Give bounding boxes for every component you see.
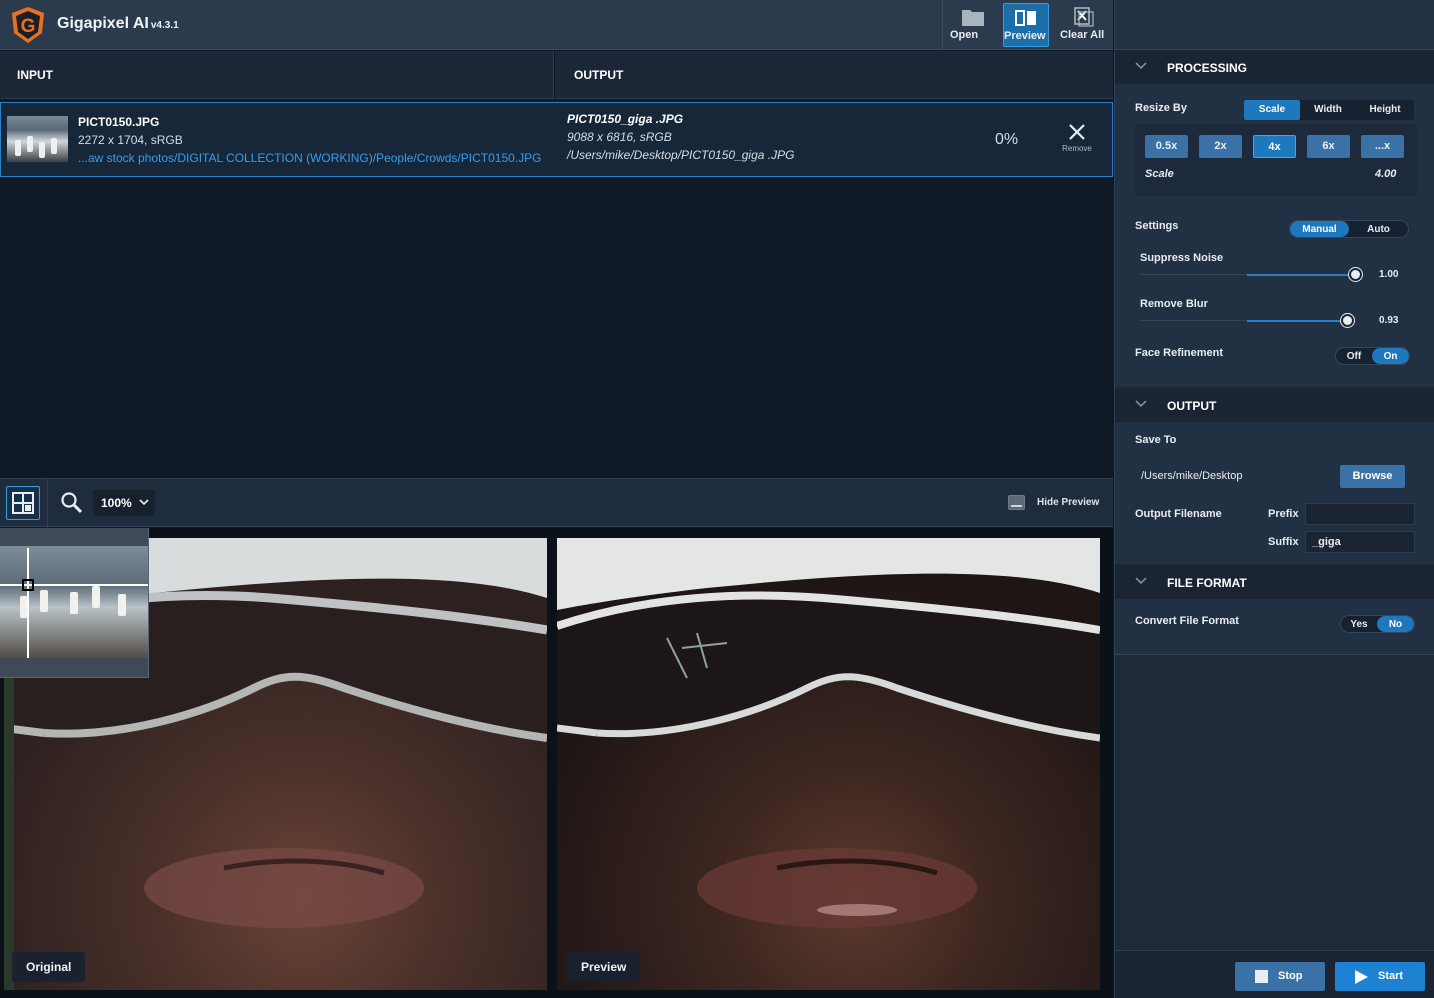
panel-top	[1115, 0, 1434, 50]
navigator-minimap[interactable]	[0, 528, 149, 678]
suppress-noise-track[interactable]	[1247, 274, 1355, 276]
toolbar-separator	[47, 479, 48, 528]
output-dimensions: 9088 x 6816, sRGB	[567, 130, 672, 144]
suppress-noise-value: 1.00	[1379, 269, 1399, 280]
resize-height-option[interactable]: Height	[1356, 100, 1414, 120]
minimap-crosshair[interactable]	[0, 528, 149, 678]
resize-by-label: Resize By	[1135, 102, 1187, 114]
svg-text:G: G	[21, 16, 36, 37]
preview-label: Preview	[567, 952, 641, 982]
split-view-icon	[12, 492, 34, 514]
scale-chip-2x[interactable]: 2x	[1199, 135, 1242, 158]
original-label: Original	[12, 952, 86, 982]
chevron-down-icon	[139, 499, 149, 506]
processing-section-header[interactable]: PROCESSING	[1115, 50, 1434, 84]
settings-manual-option[interactable]: Manual	[1290, 221, 1349, 237]
scale-label: Scale	[1145, 168, 1174, 180]
resize-scale-option[interactable]: Scale	[1244, 100, 1300, 120]
action-bar: Stop Start	[1115, 950, 1434, 998]
output-section-header[interactable]: OUTPUT	[1115, 388, 1434, 422]
zoom-select[interactable]: 100%	[93, 490, 155, 516]
folder-icon	[962, 10, 984, 26]
chevron-down-icon	[1135, 577, 1147, 585]
clear-all-button[interactable]: Clear All	[1060, 3, 1106, 47]
input-path-link[interactable]: ...aw stock photos/DIGITAL COLLECTION (W…	[78, 151, 541, 165]
face-refinement-toggle: Off On	[1335, 347, 1410, 365]
prefix-input[interactable]	[1305, 503, 1415, 525]
clear-all-icon	[1074, 7, 1094, 27]
remove-blur-track[interactable]	[1247, 320, 1347, 322]
title-bar: G Gigapixel AI v4.3.1 Open Preview Clear …	[0, 0, 1113, 50]
save-path-field[interactable]: /Users/mike/Desktop	[1135, 465, 1335, 487]
open-button[interactable]: Open	[950, 3, 996, 47]
convert-file-format-label: Convert File Format	[1135, 615, 1239, 627]
stop-icon	[1255, 970, 1268, 983]
file-row[interactable]: PICT0150.JPG 2272 x 1704, sRGB ...aw sto…	[0, 102, 1113, 177]
play-icon	[1355, 970, 1368, 984]
convert-format-toggle: Yes No	[1340, 615, 1415, 633]
chevron-down-icon	[1135, 400, 1147, 408]
preview-image	[557, 538, 1100, 928]
input-column-header: INPUT	[0, 51, 554, 99]
remove-button[interactable]: Remove	[1057, 123, 1097, 159]
hide-preview-icon[interactable]	[1008, 495, 1025, 510]
resize-by-segmented: Scale Width Height	[1244, 100, 1414, 120]
settings-panel: PROCESSING Resize By Scale Width Height …	[1114, 0, 1434, 998]
stop-button[interactable]: Stop	[1235, 962, 1325, 991]
slider-rail	[1140, 320, 1250, 321]
file-format-section-header[interactable]: FILE FORMAT	[1115, 565, 1434, 599]
output-path: /Users/mike/Desktop/PICT0150_giga .JPG	[567, 148, 795, 162]
suffix-label: Suffix	[1268, 536, 1299, 548]
split-view-button[interactable]	[6, 486, 40, 520]
chevron-down-icon	[1135, 62, 1147, 70]
prefix-label: Prefix	[1268, 508, 1299, 520]
preview-toolbar: 100% Hide Preview	[0, 478, 1113, 528]
hide-preview-button[interactable]: Hide Preview	[1037, 497, 1099, 508]
processed-preview-pane[interactable]: Preview	[557, 538, 1100, 990]
gigapixel-logo-icon: G	[12, 7, 44, 43]
output-filename-label: Output Filename	[1135, 508, 1222, 520]
input-filename: PICT0150.JPG	[78, 115, 160, 129]
face-refinement-label: Face Refinement	[1135, 347, 1224, 359]
save-to-label: Save To	[1135, 434, 1177, 446]
browse-button[interactable]: Browse	[1340, 465, 1405, 488]
suppress-noise-slider-handle[interactable]	[1349, 268, 1362, 281]
progress-percent: 0%	[995, 131, 1019, 148]
input-dimensions: 2272 x 1704, sRGB	[78, 133, 183, 147]
file-thumbnail	[7, 116, 68, 162]
preview-image-area: Original Preview	[0, 528, 1113, 998]
scale-chip-6x[interactable]: 6x	[1307, 135, 1350, 158]
preview-toggle-button[interactable]: Preview	[1003, 3, 1049, 47]
close-icon	[1069, 124, 1085, 140]
toolbar-separator	[942, 0, 943, 50]
start-button[interactable]: Start	[1335, 962, 1425, 991]
settings-auto-option[interactable]: Auto	[1349, 221, 1408, 237]
resize-width-option[interactable]: Width	[1300, 100, 1356, 120]
suffix-input[interactable]: _giga	[1305, 531, 1415, 553]
scale-chip-4x[interactable]: 4x	[1253, 135, 1296, 158]
zoom-icon[interactable]	[61, 492, 83, 514]
face-refinement-on[interactable]: On	[1372, 348, 1409, 364]
slider-rail	[1140, 274, 1250, 275]
remove-blur-slider-handle[interactable]	[1341, 314, 1354, 327]
scale-chip-custom[interactable]: ...x	[1361, 135, 1404, 158]
convert-format-yes[interactable]: Yes	[1341, 616, 1377, 632]
convert-format-no[interactable]: No	[1377, 616, 1414, 632]
output-column-header: OUTPUT	[555, 51, 1113, 99]
main-area: G Gigapixel AI v4.3.1 Open Preview Clear …	[0, 0, 1113, 998]
app-version: v4.3.1	[150, 20, 179, 31]
app-title: Gigapixel AI v4.3.1	[57, 15, 179, 32]
split-preview-icon	[1015, 10, 1036, 26]
scale-value: 4.00	[1375, 168, 1397, 180]
output-filename: PICT0150_giga .JPG	[567, 112, 684, 126]
remove-blur-label: Remove Blur	[1140, 298, 1208, 310]
face-refinement-off[interactable]: Off	[1336, 348, 1372, 364]
scale-chip-0-5x[interactable]: 0.5x	[1145, 135, 1188, 158]
suppress-noise-label: Suppress Noise	[1140, 252, 1224, 264]
settings-label: Settings	[1135, 220, 1179, 232]
remove-blur-value: 0.93	[1379, 315, 1399, 326]
settings-mode-toggle: Manual Auto	[1289, 220, 1409, 238]
